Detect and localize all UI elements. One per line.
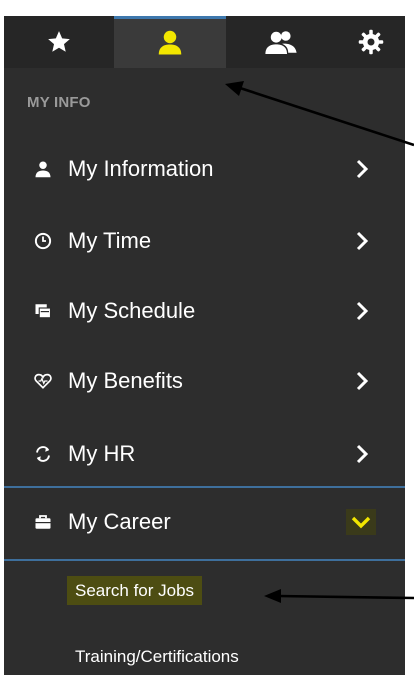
annotation-arrow-head [264, 589, 281, 603]
annotation-arrow-head [225, 81, 244, 96]
annotation-arrows [225, 81, 414, 603]
annotation-arrow-line [239, 86, 414, 147]
annotation-arrow-line [277, 594, 414, 600]
